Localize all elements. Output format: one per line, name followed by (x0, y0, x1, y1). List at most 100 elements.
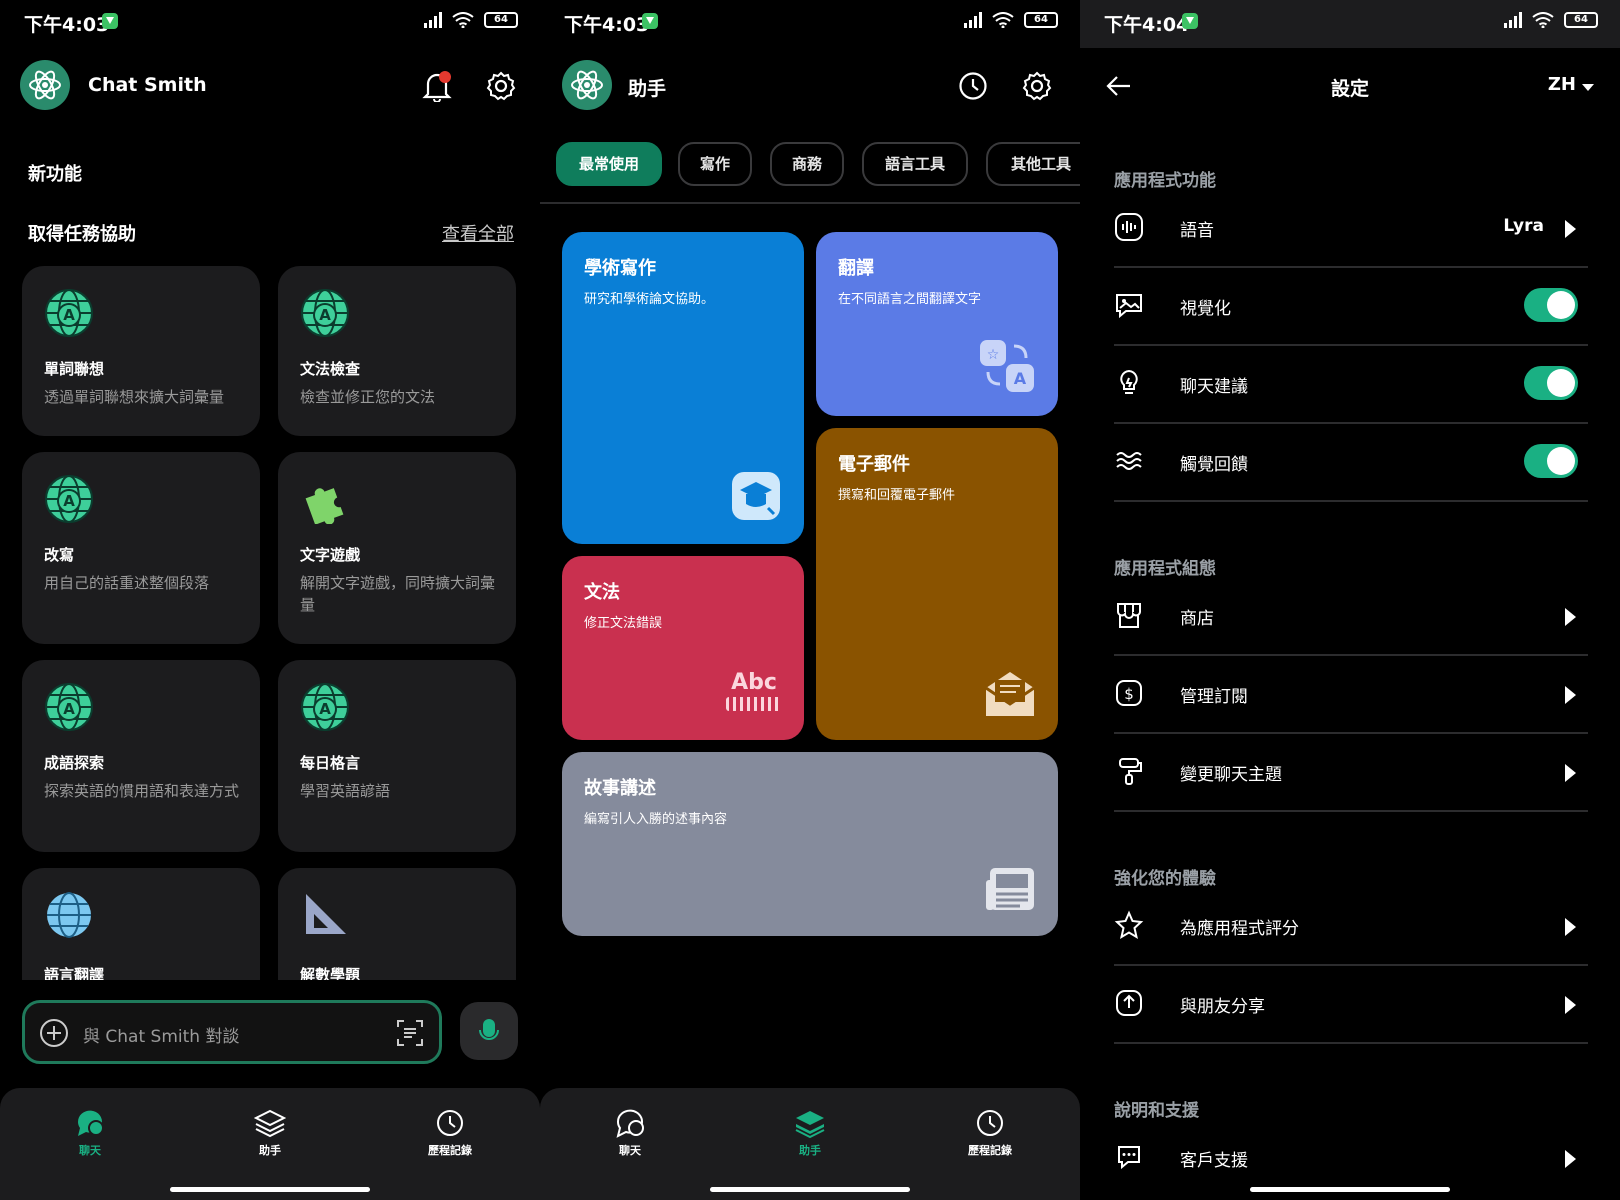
signal-icon (1502, 12, 1522, 28)
nav-assistant[interactable]: 助手 (755, 1108, 865, 1158)
tabs-divider (540, 202, 1080, 204)
graduation-cap-icon (732, 472, 780, 520)
bell-icon[interactable] (422, 70, 452, 102)
atom-icon (29, 70, 61, 100)
battery-icon: 64 (484, 12, 518, 28)
tile-translate[interactable]: 翻譯 在不同語言之間翻譯文字 ☆ A (816, 232, 1058, 416)
newspaper-icon (986, 868, 1034, 910)
chat-input[interactable]: 與 Chat Smith 對談 (22, 1000, 442, 1064)
tab-writing[interactable]: 寫作 (678, 142, 752, 186)
status-bar: 下午4:03 64 (0, 0, 540, 44)
tile-storytelling[interactable]: 故事講述 編寫引人入勝的述事內容 (562, 752, 1058, 936)
status-time: 下午4:03 (24, 14, 110, 36)
app-title: Chat Smith (88, 74, 207, 96)
image-chat-icon (1116, 294, 1142, 319)
task-card[interactable]: A 改寫 用自己的話重述整個段落 (22, 452, 260, 644)
chevron-right-icon (1565, 918, 1576, 936)
setting-subscriptions[interactable]: $ 管理訂閱 (1114, 656, 1588, 734)
share-icon (1116, 990, 1142, 1016)
scan-text-icon[interactable] (395, 1018, 425, 1048)
nav-chat-label: 聊天 (79, 1144, 101, 1157)
add-icon[interactable] (39, 1018, 69, 1048)
haptic-toggle[interactable] (1524, 444, 1578, 478)
download-icon (102, 13, 118, 29)
tab-most-used[interactable]: 最常使用 (556, 142, 662, 186)
open-envelope-icon (985, 672, 1035, 716)
globe-a-icon: A (44, 682, 94, 732)
tile-desc: 編寫引人入勝的述事內容 (584, 812, 728, 827)
tab-business[interactable]: 商務 (770, 142, 844, 186)
dollar-icon: $ (1116, 680, 1142, 706)
setting-rate-app[interactable]: 為應用程式評分 (1114, 888, 1588, 966)
setting-value: Lyra (1503, 216, 1544, 236)
task-card-desc: 探索英語的慣用語和表達方式 (44, 782, 240, 800)
setting-share[interactable]: 與朋友分享 (1114, 966, 1588, 1044)
set-square-icon (300, 890, 350, 940)
nav-history[interactable]: 歷程記錄 (395, 1108, 505, 1158)
svg-text:A: A (1014, 369, 1027, 388)
signal-icon (962, 12, 982, 28)
task-card-title: 成語探索 (44, 754, 105, 772)
chevron-right-icon (1565, 996, 1576, 1014)
task-card[interactable]: A 每日格言 學習英語諺語 (278, 660, 516, 852)
nav-assistant[interactable]: 助手 (215, 1108, 325, 1158)
voice-button[interactable] (460, 1002, 518, 1060)
status-time: 下午4:04 (1104, 14, 1190, 36)
paint-roller-icon (1119, 758, 1142, 785)
status-bar: 下午4:04 64 (1080, 0, 1620, 48)
setting-visualization: 視覺化 (1114, 268, 1588, 346)
task-card[interactable]: A 文法檢查 檢查並修正您的文法 (278, 266, 516, 436)
globe-a-icon: A (300, 682, 350, 732)
task-help-heading: 取得任務協助 (28, 224, 136, 245)
task-card-desc: 用自己的話重述整個段落 (44, 574, 210, 592)
layers-icon (795, 1111, 825, 1138)
setting-support[interactable]: 客戶支援 (1114, 1120, 1588, 1188)
chat-input-placeholder: 與 Chat Smith 對談 (83, 1027, 240, 1047)
see-all-link[interactable]: 查看全部 (442, 220, 514, 246)
voice-wave-icon (1115, 213, 1143, 241)
history-icon[interactable] (958, 71, 988, 101)
tile-title: 電子郵件 (838, 454, 910, 475)
nav-history-label: 歷程記錄 (968, 1144, 1012, 1157)
task-card-title: 單詞聯想 (44, 360, 105, 378)
language-selector[interactable]: ZH (1548, 74, 1576, 95)
chat-suggestions-toggle[interactable] (1524, 366, 1578, 400)
tile-email[interactable]: 電子郵件 撰寫和回覆電子郵件 (816, 428, 1058, 740)
nav-chat[interactable]: 聊天 (575, 1108, 685, 1158)
tab-language-tools[interactable]: 語言工具 (862, 142, 968, 186)
atom-icon (571, 70, 603, 100)
section-app-config: 應用程式組態 (1114, 559, 1216, 579)
nav-chat-label: 聊天 (619, 1144, 641, 1157)
chevron-down-icon[interactable] (1582, 84, 1594, 91)
setting-haptic: 觸覺回饋 (1114, 424, 1588, 502)
gear-icon[interactable] (1022, 71, 1052, 101)
translate-icon: ☆A (980, 340, 1034, 392)
tile-academic-writing[interactable]: 學術寫作 研究和學術論文協助。 (562, 232, 804, 544)
abc-ruler-icon: Abc (726, 670, 782, 718)
gear-icon[interactable] (486, 71, 516, 101)
nav-chat[interactable]: 聊天 (35, 1108, 145, 1158)
setting-store[interactable]: 商店 (1114, 578, 1588, 656)
app-logo (20, 60, 70, 110)
setting-chat-suggestions: 聊天建議 (1114, 346, 1588, 424)
setting-voice[interactable]: 語音 Lyra (1114, 190, 1588, 268)
chevron-right-icon (1565, 1150, 1576, 1168)
task-card[interactable]: A 成語探索探索英語的慣用語和表達方式 (22, 660, 260, 852)
setting-label: 聊天建議 (1180, 377, 1248, 397)
svg-text:A: A (319, 700, 331, 718)
bottom-nav: 聊天 助手 歷程記錄 (0, 1088, 540, 1200)
new-features-heading: 新功能 (28, 164, 82, 185)
setting-chat-theme[interactable]: 變更聊天主題 (1114, 734, 1588, 812)
nav-history[interactable]: 歷程記錄 (935, 1108, 1045, 1158)
nav-history-label: 歷程記錄 (428, 1144, 472, 1157)
tile-grammar[interactable]: 文法 修正文法錯誤 Abc (562, 556, 804, 740)
haptic-wave-icon (1116, 452, 1142, 470)
task-card[interactable]: 文字遊戲 解開文字遊戲，同時擴大詞彙量 (278, 452, 516, 644)
tile-desc: 撰寫和回覆電子郵件 (838, 488, 956, 503)
visualization-toggle[interactable] (1524, 288, 1578, 322)
tile-desc: 研究和學術論文協助。 (584, 292, 715, 307)
tab-other-tools[interactable]: 其他工具 (986, 142, 1080, 186)
section-help: 說明和支援 (1114, 1101, 1199, 1121)
home-indicator (170, 1187, 370, 1192)
task-card[interactable]: A 單詞聯想 透過單詞聯想來擴大詞彙量 (22, 266, 260, 436)
